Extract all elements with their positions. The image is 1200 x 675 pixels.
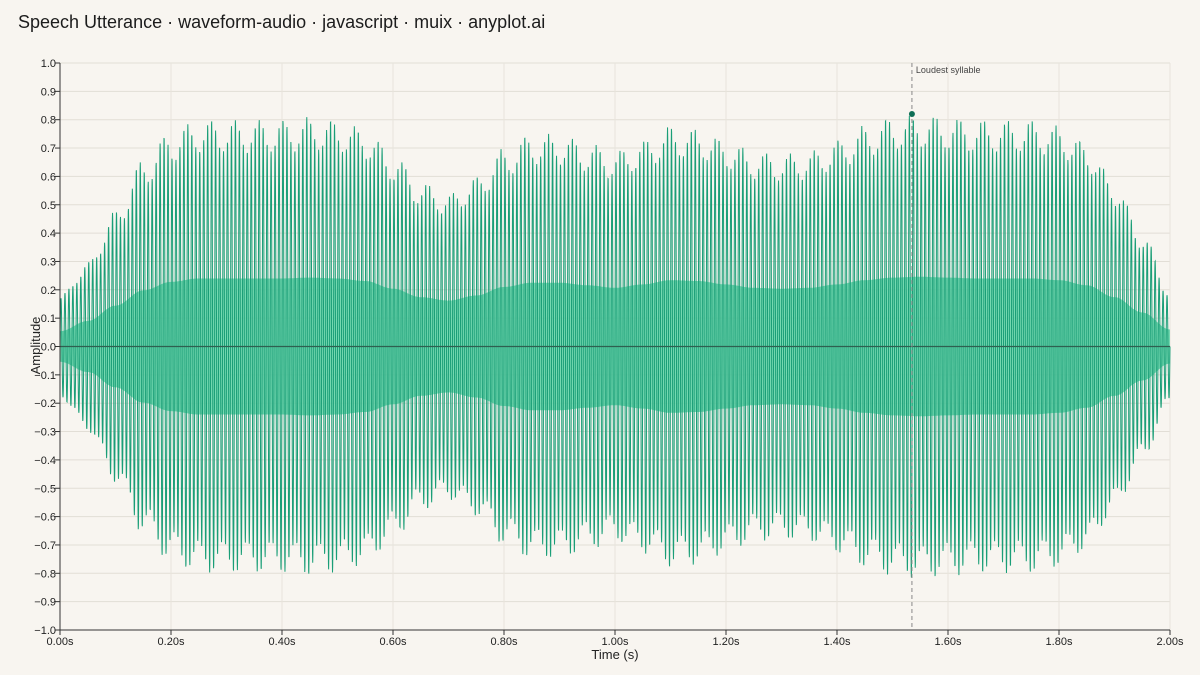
y-tick-label: 0.2 <box>41 285 56 297</box>
y-tick-label: 0.4 <box>41 228 56 240</box>
y-tick-label: 0.8 <box>41 115 56 127</box>
y-tick-label: 0.9 <box>41 86 56 98</box>
y-axis-title: Amplitude <box>28 317 43 375</box>
x-tick-label: 1.40s <box>824 636 851 648</box>
x-tick-label: 1.80s <box>1046 636 1073 648</box>
y-tick-label: −0.3 <box>34 427 56 439</box>
x-tick-label: 1.60s <box>935 636 962 648</box>
y-tick-label: −0.9 <box>34 597 56 609</box>
y-tick-label: 0.6 <box>41 171 56 183</box>
x-tick-label: 0.60s <box>380 636 407 648</box>
y-tick-label: −0.7 <box>34 540 56 552</box>
y-tick-label: −0.8 <box>34 568 56 580</box>
y-tick-label: 0.3 <box>41 256 56 268</box>
x-tick-label: 0.20s <box>158 636 185 648</box>
annotation-label: Loudest syllable <box>916 65 981 75</box>
y-tick-label: −0.2 <box>34 398 56 410</box>
x-axis-title: Time (s) <box>591 647 638 662</box>
y-tick-label: −0.5 <box>34 483 56 495</box>
x-tick-label: 0.40s <box>269 636 296 648</box>
y-tick-label: 0.5 <box>41 200 56 212</box>
y-tick-label: 0.7 <box>41 143 56 155</box>
x-tick-label: 2.00s <box>1157 636 1184 648</box>
y-tick-label: −0.4 <box>34 455 56 467</box>
x-tick-label: 1.20s <box>713 636 740 648</box>
x-tick-label: 0.80s <box>491 636 518 648</box>
waveform-chart: −1.0−0.9−0.8−0.7−0.6−0.5−0.4−0.3−0.2−0.1… <box>28 58 1184 662</box>
annotation-marker <box>908 111 915 118</box>
y-tick-label: 1.0 <box>41 58 56 70</box>
y-tick-label: −0.6 <box>34 512 56 524</box>
x-tick-label: 0.00s <box>47 636 74 648</box>
